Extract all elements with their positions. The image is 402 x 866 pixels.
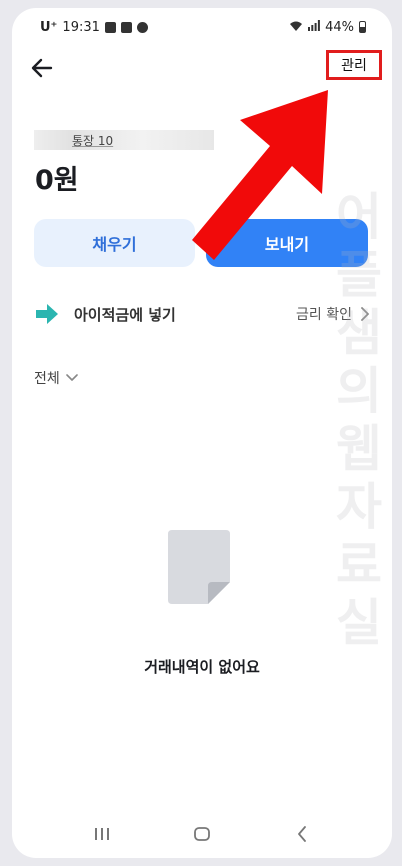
carrier-label: U⁺ — [40, 19, 58, 35]
home-icon — [194, 827, 210, 841]
empty-state-message: 거래내역이 없어요 — [144, 658, 260, 676]
kids-savings-title: 아이적금에 넣기 — [74, 305, 176, 324]
mail-icon — [120, 21, 132, 33]
back-icon — [298, 826, 306, 842]
status-time: 19:31 — [62, 19, 100, 35]
status-right: 44% — [289, 19, 366, 35]
signal-icon — [308, 19, 320, 35]
battery-percent: 44% — [325, 19, 354, 35]
account-name-row: 통장 10 — [34, 130, 214, 150]
document-icon — [168, 530, 230, 604]
home-button[interactable] — [182, 819, 222, 849]
status-left: U⁺ 19:31 — [40, 20, 148, 35]
gallery-icon — [104, 21, 116, 33]
annotation-arrow-icon — [192, 90, 328, 260]
chevron-down-icon — [65, 374, 78, 381]
account-balance: 0원 — [35, 165, 79, 196]
recent-apps-button[interactable] — [82, 819, 122, 849]
status-bar: U⁺ 19:31 44% — [12, 8, 392, 46]
filter-selected: 전체 — [34, 371, 60, 387]
wifi-icon — [289, 20, 303, 35]
teal-arrow-right-icon — [36, 304, 58, 324]
rate-check-link[interactable]: 금리 확인 — [296, 304, 352, 324]
fill-button[interactable]: 채우기 — [34, 219, 195, 267]
phone-screen: U⁺ 19:31 44% 관리 통장 10 0원 채우기 보내기 아이적금에 넣… — [12, 8, 392, 858]
battery-icon — [359, 21, 366, 33]
account-name[interactable]: 통장 10 — [72, 132, 113, 149]
chevron-right-icon — [361, 307, 369, 321]
back-button[interactable] — [26, 52, 58, 84]
chat-icon — [136, 21, 148, 33]
system-nav-bar — [12, 810, 392, 858]
recent-apps-icon — [95, 828, 109, 840]
nav-back-button[interactable] — [282, 819, 322, 849]
kids-savings-row[interactable]: 아이적금에 넣기 금리 확인 — [34, 298, 370, 330]
transaction-filter-dropdown[interactable]: 전체 — [34, 368, 78, 388]
arrow-left-icon — [31, 58, 53, 78]
manage-button[interactable]: 관리 — [326, 50, 382, 80]
